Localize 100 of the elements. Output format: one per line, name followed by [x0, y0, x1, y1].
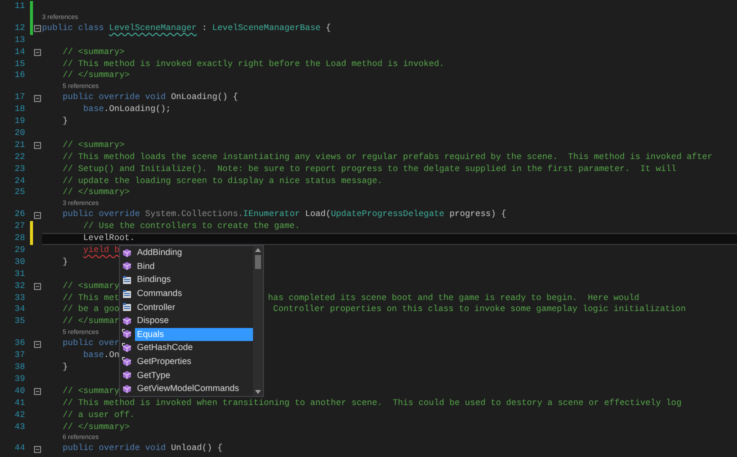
code-token: { [326, 22, 331, 35]
code-token: .OnLoading(); [104, 104, 171, 116]
line-number: 28 [14, 233, 26, 246]
line-number: 40 [14, 386, 26, 398]
code-token: // </summary> [62, 187, 130, 200]
line-number: 37 [14, 350, 26, 362]
completion-item[interactable]: GetHashCode [122, 341, 253, 355]
collapse-icon[interactable] [34, 212, 41, 219]
line-number: 23 [14, 164, 26, 176]
line-number: 22 [14, 152, 26, 164]
code-token: // This met [62, 292, 120, 304]
line-number: 14 [14, 46, 26, 59]
line-number: 11 [14, 1, 26, 13]
line-number: 32 [14, 280, 26, 293]
code-token: // </summary> [62, 70, 130, 82]
property-icon [122, 302, 132, 312]
line-number: 33 [14, 292, 26, 304]
collapse-icon[interactable] [34, 388, 41, 396]
code-token: // <summary> [62, 46, 125, 59]
method-cube-icon [122, 384, 132, 394]
collapse-icon[interactable] [34, 94, 41, 102]
line-number: 38 [14, 362, 26, 374]
collapse-icon[interactable] [34, 446, 41, 453]
code-token: LevelSceneManagerBase [212, 22, 321, 35]
scroll-up-icon[interactable] [255, 248, 261, 252]
line-number: 15 [14, 58, 26, 70]
code-token: base [83, 350, 104, 362]
code-token: // <summary [62, 386, 120, 398]
code-token: public class [42, 22, 105, 35]
property-icon [122, 274, 132, 285]
code-token: IEnumerator [243, 209, 300, 222]
line-number: 12 [14, 22, 26, 35]
method-cube-icon [122, 316, 132, 326]
line-number: 31 [14, 268, 26, 281]
line-number: 13 [14, 34, 26, 47]
completion-item[interactable]: AddBinding [122, 246, 253, 260]
code-token: LevelRoot. [83, 233, 135, 246]
line-number: 19 [14, 116, 26, 128]
scroll-thumb[interactable] [255, 255, 261, 269]
code-token: // Use the controllers to create the game. [83, 221, 300, 234]
completion-item[interactable]: Bind [122, 260, 253, 274]
line-number: 43 [14, 422, 26, 434]
collapse-icon[interactable] [34, 283, 41, 290]
completion-item[interactable]: GetType [122, 368, 253, 382]
code-token: public override void [62, 443, 167, 456]
code-token: // <summary> [62, 140, 125, 152]
code-token: public override [62, 209, 141, 222]
code-token: // be a goo [62, 304, 120, 316]
code-token: UpdateProgressDelegate [330, 209, 444, 222]
completion-item[interactable]: Controller [122, 300, 253, 314]
line-number: 26 [14, 209, 26, 222]
extension-method-icon [122, 329, 132, 340]
code-token: // This method is invoked exactly right before the Load method is invoked. [62, 58, 444, 70]
line-number: 18 [14, 104, 26, 116]
collapse-icon[interactable] [34, 340, 41, 348]
line-number: 44 [14, 443, 26, 456]
completion-item[interactable]: GetProperties [122, 354, 253, 368]
line-number: 41 [14, 398, 26, 410]
extension-method-icon [122, 342, 132, 353]
code-token: } [62, 256, 68, 269]
property-icon [122, 288, 132, 299]
code-token: // a user off. [62, 410, 135, 422]
code-token: // Setup() and Initialize(). Note: be sure to report progress to the delgate supplied in the first parameter. It will [62, 164, 676, 176]
line-number: 35 [14, 316, 26, 328]
completion-item[interactable]: Commands [122, 286, 253, 300]
completion-item[interactable]: Bindings [122, 273, 253, 287]
scroll-down-icon[interactable] [255, 390, 261, 394]
extension-method-icon [122, 356, 132, 367]
line-number: 36 [14, 338, 26, 350]
code-token: public override void [62, 92, 167, 104]
code-token: LevelSceneManager [109, 22, 197, 35]
line-number: 34 [14, 304, 26, 316]
line-number: 30 [14, 256, 26, 269]
line-number: 16 [14, 70, 26, 82]
collapse-icon[interactable] [34, 49, 41, 56]
code-token: // </summar [62, 316, 120, 328]
completion-item[interactable]: Dispose [122, 314, 253, 328]
code-token: // </summary> [62, 422, 130, 434]
collapse-icon[interactable] [34, 25, 41, 32]
scrollbar[interactable] [253, 246, 263, 396]
method-cube-icon [122, 248, 132, 258]
code-token: : [202, 22, 208, 35]
line-number: 27 [14, 221, 26, 234]
line-number: 25 [14, 187, 26, 200]
line-number: 21 [14, 140, 26, 152]
code-token: Controller properties on this class to invoke some gameplay logic initialization [273, 304, 686, 316]
code-token: Unload() { [170, 443, 223, 456]
code-token: Load( [305, 209, 331, 222]
code-token: // This method is invoked when transitioning to another scene. This could be used to destory a scene or effectively log [62, 398, 682, 410]
collapse-icon[interactable] [34, 142, 41, 150]
code-token: base [83, 104, 104, 116]
code-token: yield b [83, 245, 120, 257]
code-token: progress) { [450, 209, 506, 222]
line-number: 29 [14, 245, 26, 257]
completion-item[interactable]: GetViewModelCommands [122, 382, 253, 396]
line-number: 42 [14, 410, 26, 422]
code-token: has completed its scene boot and the game is ready to begin. Here would [268, 292, 640, 304]
code-token: // update the loading screen to display a nice status message. [62, 176, 382, 188]
code-token: // <summary [62, 280, 120, 293]
method-cube-icon [122, 370, 132, 380]
